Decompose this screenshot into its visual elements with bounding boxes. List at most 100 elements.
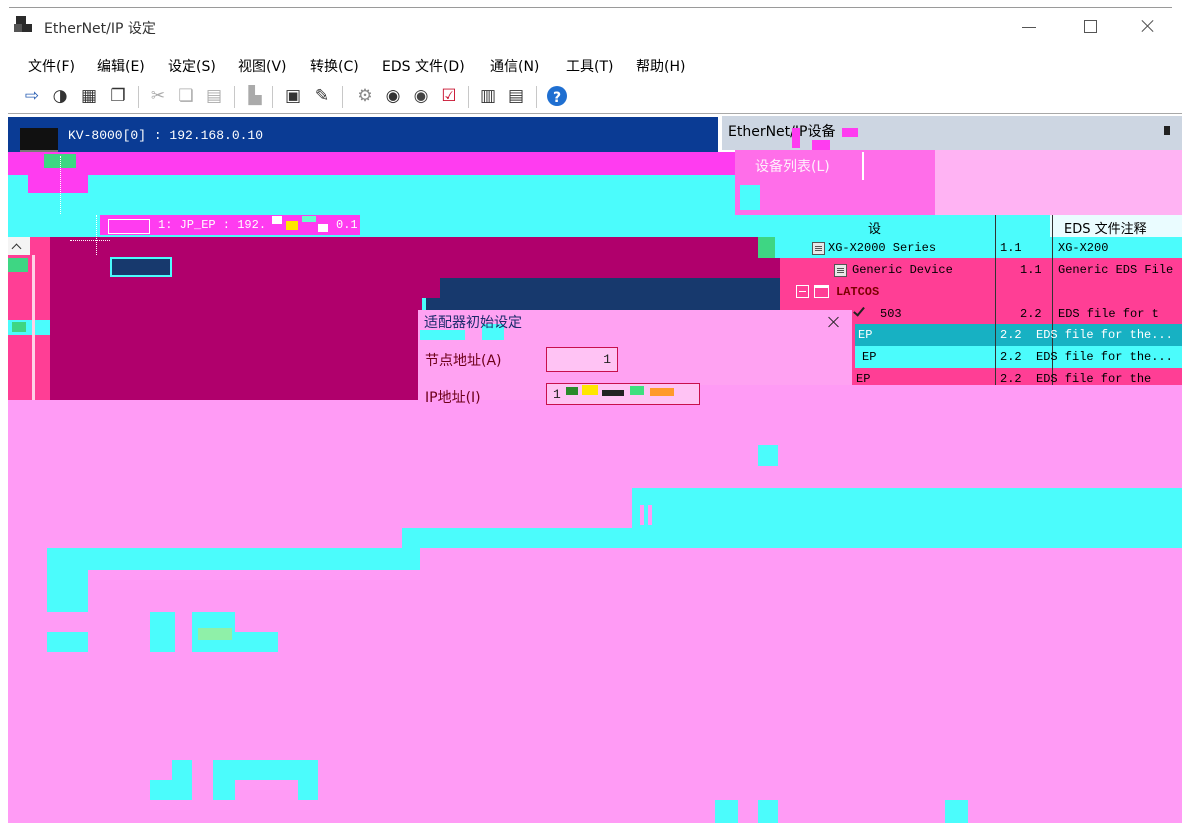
glitch-block [566, 387, 578, 395]
close-icon[interactable] [1140, 18, 1156, 34]
device-name: XG-X2000 Series [828, 241, 937, 255]
device-version: 1.1 [1020, 263, 1042, 277]
adapter-node-label[interactable]: 1: JP_EP : 192. [158, 218, 266, 232]
glitch-block [150, 780, 172, 800]
menu-communication[interactable]: 通信(N) [490, 56, 539, 76]
help-icon[interactable] [547, 86, 567, 106]
window-border [9, 7, 1172, 8]
column-header-device[interactable]: 设 [868, 218, 881, 237]
device-version: 2.2 [1000, 372, 1022, 384]
device-name: EP [862, 350, 877, 364]
column-header-eds-comment[interactable]: EDS 文件注释 [1064, 218, 1147, 237]
glitch-block [812, 140, 830, 150]
glitch-block [440, 278, 780, 300]
check-icon[interactable] [438, 85, 460, 107]
glitch-block [935, 150, 1182, 215]
device-name: 503 [880, 307, 902, 321]
glitch-block [650, 388, 674, 396]
glitch-block [213, 780, 235, 800]
folder-icon [814, 285, 829, 298]
plc-icon [20, 128, 58, 153]
window-title: EtherNet/IP 设定 [44, 21, 156, 37]
toolbar-separator [342, 86, 343, 108]
menu-eds-file[interactable]: EDS 文件(D) [382, 56, 465, 76]
column-separator [995, 215, 996, 385]
dialog-close-icon[interactable] [827, 315, 841, 329]
toolbar-separator [272, 86, 273, 108]
glitch-block [286, 221, 298, 230]
compare-icon[interactable] [107, 85, 129, 107]
glitch-block [302, 216, 316, 222]
menu-file[interactable]: 文件(F) [28, 56, 75, 76]
property-icon[interactable] [477, 85, 499, 107]
adapter-node-label-end: 0.1 [336, 218, 358, 232]
eds-file-icon [834, 264, 847, 277]
glitch-block [700, 385, 1182, 400]
device-version: 2.2 [1020, 307, 1042, 321]
menu-tools[interactable]: 工具(T) [566, 56, 613, 76]
toolbar-divider [8, 113, 1182, 114]
maximize-icon[interactable] [1084, 20, 1097, 33]
device-comment: EDS file for the [1036, 372, 1152, 384]
list-item[interactable]: EP 2.2 EDS file for the [855, 370, 1182, 384]
device-name: EP [856, 372, 871, 384]
eds-register-icon[interactable] [382, 85, 404, 107]
glitch-block [758, 445, 778, 466]
glitch-block [213, 760, 318, 780]
glitch-block [150, 612, 175, 652]
tree-line [96, 215, 97, 255]
node-address-label: 节点地址(A) [425, 353, 502, 369]
menu-help[interactable]: 帮助(H) [636, 56, 685, 76]
glitch-block [402, 528, 1182, 548]
add-device-icon[interactable] [244, 85, 266, 107]
menu-view[interactable]: 视图(V) [238, 56, 287, 76]
transfer-icon[interactable] [21, 85, 43, 107]
device-name: Generic Device [852, 263, 953, 277]
eds-file-icon [812, 242, 825, 255]
glitch-block [8, 258, 28, 272]
settings-icon[interactable] [354, 85, 376, 107]
ip-address-label: IP地址(I) [425, 390, 481, 406]
glitch-block [582, 385, 598, 395]
glitch-block [47, 570, 88, 612]
network-icon[interactable] [78, 85, 100, 107]
glitch-block [842, 128, 858, 137]
glitch-block [28, 172, 88, 193]
menu-settings[interactable]: 设定(S) [168, 56, 216, 76]
device-comment: EDS file for the... [1036, 350, 1173, 364]
eip-icon[interactable] [410, 85, 432, 107]
edit-icon[interactable] [311, 85, 333, 107]
device-list-label: 设备列表(L) [755, 159, 830, 175]
menu-convert[interactable]: 转换(C) [310, 56, 359, 76]
pin-icon[interactable] [1164, 126, 1170, 135]
glitch-block [47, 548, 420, 570]
glitch-block [792, 128, 800, 148]
device-pane-title: EtherNet/IP设备 [728, 124, 836, 140]
cut-icon[interactable] [147, 85, 169, 107]
glitch-block [740, 185, 760, 210]
glitch-block [758, 800, 778, 823]
device-name: EP [858, 328, 873, 342]
list-icon[interactable] [505, 85, 527, 107]
adapter-device-icon [108, 219, 150, 234]
sd-card-icon[interactable] [282, 85, 304, 107]
copy-icon[interactable] [175, 85, 197, 107]
glitch-block [632, 488, 1182, 528]
glitch-block [47, 632, 88, 652]
glitch-block [862, 152, 864, 180]
network-app-icon [16, 16, 26, 24]
glitch-block [602, 390, 624, 396]
node-address-field[interactable] [546, 347, 618, 372]
collapse-icon[interactable] [796, 285, 809, 298]
menu-edit[interactable]: 编辑(E) [97, 56, 145, 76]
glitch-block [198, 628, 232, 640]
glitch-block [8, 152, 735, 175]
paste-icon[interactable] [203, 85, 225, 107]
tree-line [70, 240, 110, 241]
glitch-block [630, 386, 644, 395]
glitch-block [235, 632, 278, 652]
monitor-icon[interactable] [49, 85, 71, 107]
minimize-icon[interactable] [1022, 27, 1036, 28]
device-version: 2.2 [1000, 350, 1022, 364]
vendor-name: LATCOS [836, 285, 880, 299]
